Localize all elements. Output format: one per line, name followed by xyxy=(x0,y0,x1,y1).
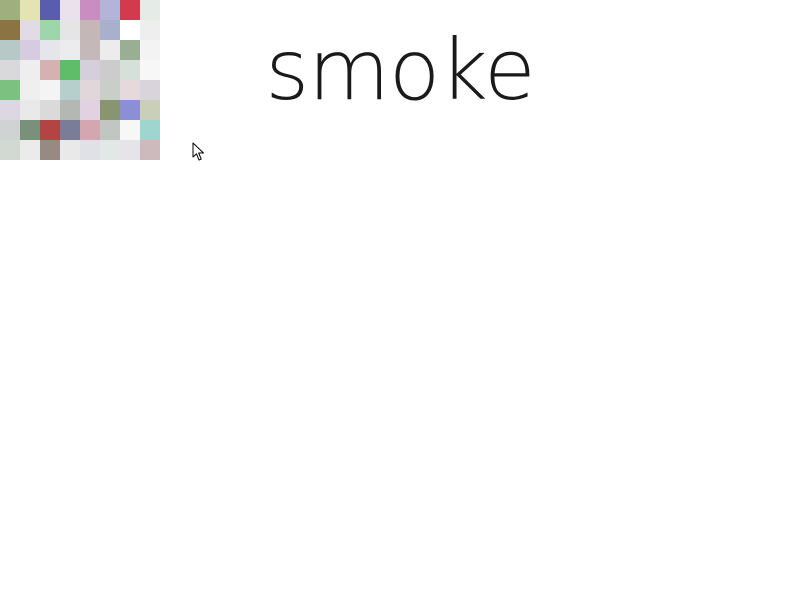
arrow-pointer-icon xyxy=(192,142,204,161)
mosaic-cell xyxy=(120,140,140,160)
mosaic-cell xyxy=(40,140,60,160)
mosaic-cell xyxy=(100,140,120,160)
mosaic-cell xyxy=(80,140,100,160)
page: smoke xyxy=(0,0,800,600)
page-title: smoke xyxy=(265,21,535,119)
mosaic-cell xyxy=(140,140,160,160)
mosaic-cell xyxy=(60,140,80,160)
mosaic-cell xyxy=(0,140,20,160)
mosaic-cell xyxy=(20,140,40,160)
